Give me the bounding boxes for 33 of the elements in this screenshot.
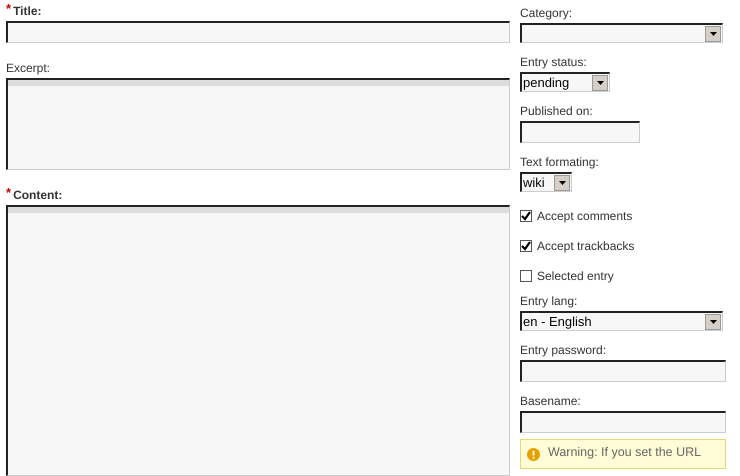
text-area[interactable] <box>6 78 510 170</box>
dropdown[interactable]: wiki <box>520 172 572 192</box>
input-field[interactable] <box>520 121 640 143</box>
field-label: Entry lang: <box>520 294 578 308</box>
field-label: Entry password: <box>520 343 606 357</box>
warning-icon <box>527 445 540 464</box>
checkbox[interactable] <box>520 240 532 252</box>
caret-icon <box>705 26 721 42</box>
caret-icon <box>592 74 608 90</box>
dropdown[interactable]: pending <box>520 72 610 92</box>
required-mark: * <box>6 4 12 14</box>
input-field[interactable] <box>520 411 726 433</box>
caret-icon <box>705 314 721 330</box>
caret-icon <box>554 174 570 190</box>
checkbox-label: Selected entry <box>537 268 614 285</box>
input-field[interactable] <box>6 21 510 43</box>
field-label: Title: <box>13 4 42 18</box>
field-label: Entry status: <box>520 55 587 69</box>
required-mark: * <box>6 188 12 198</box>
checkbox[interactable] <box>520 270 532 282</box>
field-label: Category: <box>520 6 572 20</box>
dropdown[interactable]: en - English <box>520 311 723 331</box>
checkbox-label: Accept trackbacks <box>537 238 634 255</box>
dropdown[interactable] <box>520 23 723 43</box>
field-label: Excerpt: <box>6 61 50 75</box>
field-label: Published on: <box>520 104 593 118</box>
checkbox-label: Accept comments <box>537 208 632 225</box>
checkbox[interactable] <box>520 210 532 222</box>
input-field[interactable] <box>520 360 726 382</box>
field-label: Content: <box>13 188 62 202</box>
warning-text: Warning: If you set the URL <box>548 444 702 461</box>
field-label: Text formating: <box>520 155 599 169</box>
field-label: Basename: <box>520 394 581 408</box>
